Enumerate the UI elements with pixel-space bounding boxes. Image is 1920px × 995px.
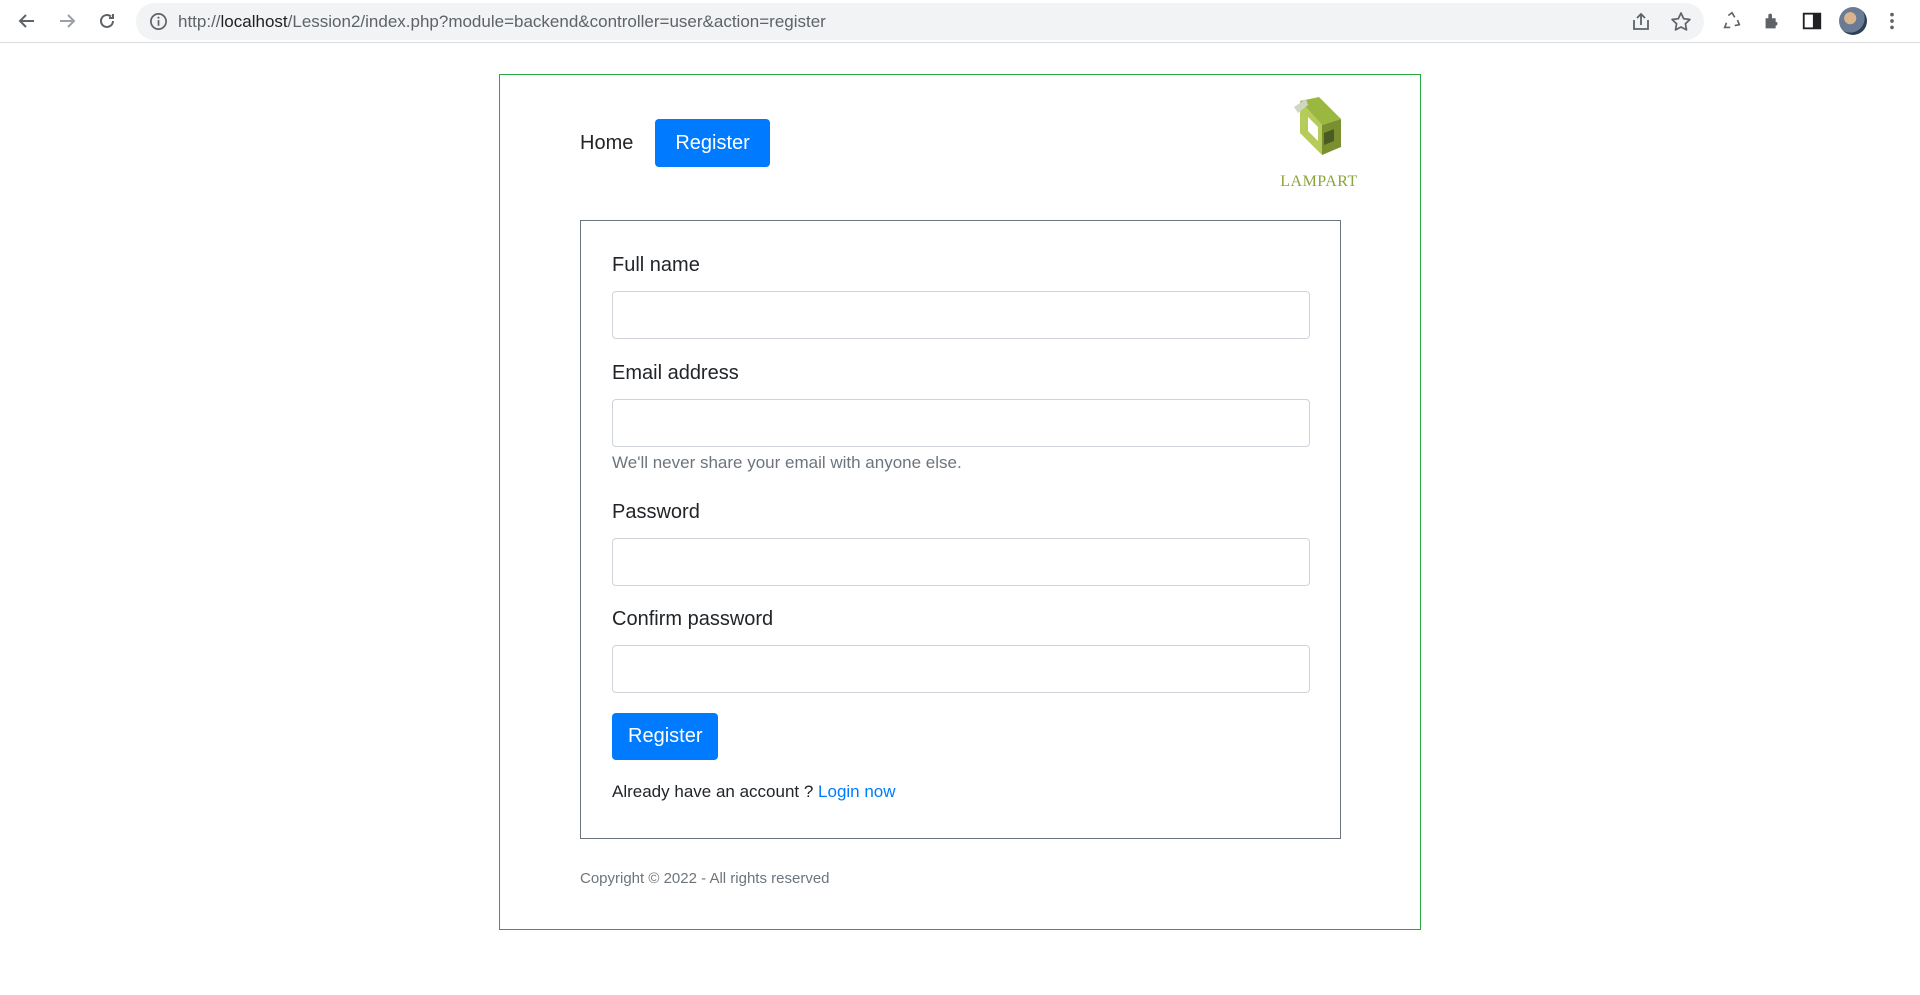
top-nav: Home Register [580, 119, 770, 167]
back-button[interactable] [12, 6, 42, 36]
fullname-label: Full name [612, 254, 700, 276]
copyright-text: Copyright © 2022 - All rights reserved [580, 870, 830, 887]
arrow-right-icon [60, 14, 76, 28]
browser-toolbar: http://localhost/Lession2/index.php?modu… [0, 0, 1920, 43]
forward-button[interactable] [52, 6, 82, 36]
logo-mark-icon [1294, 97, 1341, 155]
logo-text: LAMPART [1280, 173, 1358, 190]
nav-home-link[interactable]: Home [580, 132, 655, 155]
side-panel-icon[interactable] [1800, 9, 1824, 33]
password-input[interactable] [612, 538, 1310, 586]
confirm-password-label: Confirm password [612, 608, 774, 630]
more-menu-icon[interactable] [1880, 9, 1904, 33]
arrow-left-icon [18, 14, 34, 28]
password-label: Password [612, 501, 700, 523]
reload-button[interactable] [92, 6, 122, 36]
extensions-puzzle-icon[interactable] [1760, 9, 1784, 33]
email-label: Email address [612, 362, 739, 384]
fullname-input[interactable] [612, 291, 1310, 339]
nav-register-link[interactable]: Register [655, 119, 770, 167]
email-help-text: We'll never share your email with anyone… [612, 453, 962, 472]
share-icon[interactable] [1630, 11, 1652, 33]
login-prompt-text: Already have an account ? [612, 782, 819, 801]
login-prompt: Already have an account ? Login now [612, 782, 896, 802]
info-icon[interactable] [149, 12, 168, 31]
page-container: Home Register LAMPART Full name Email ad… [499, 74, 1421, 930]
login-now-link[interactable]: Login now [818, 782, 896, 801]
address-bar[interactable]: http://localhost/Lession2/index.php?modu… [136, 3, 1704, 40]
url-text[interactable]: http://localhost/Lession2/index.php?modu… [178, 12, 826, 32]
bookmark-star-icon[interactable] [1670, 11, 1692, 33]
register-submit-button[interactable]: Register [612, 713, 719, 760]
lampart-logo: LAMPART [1272, 97, 1366, 193]
confirm-password-input[interactable] [612, 645, 1310, 693]
profile-avatar[interactable] [1839, 7, 1867, 35]
email-input[interactable] [612, 399, 1310, 447]
register-form-card: Full name Email address We'll never shar… [580, 220, 1341, 839]
recycle-extension-icon[interactable] [1720, 9, 1744, 33]
reload-icon [100, 13, 114, 28]
